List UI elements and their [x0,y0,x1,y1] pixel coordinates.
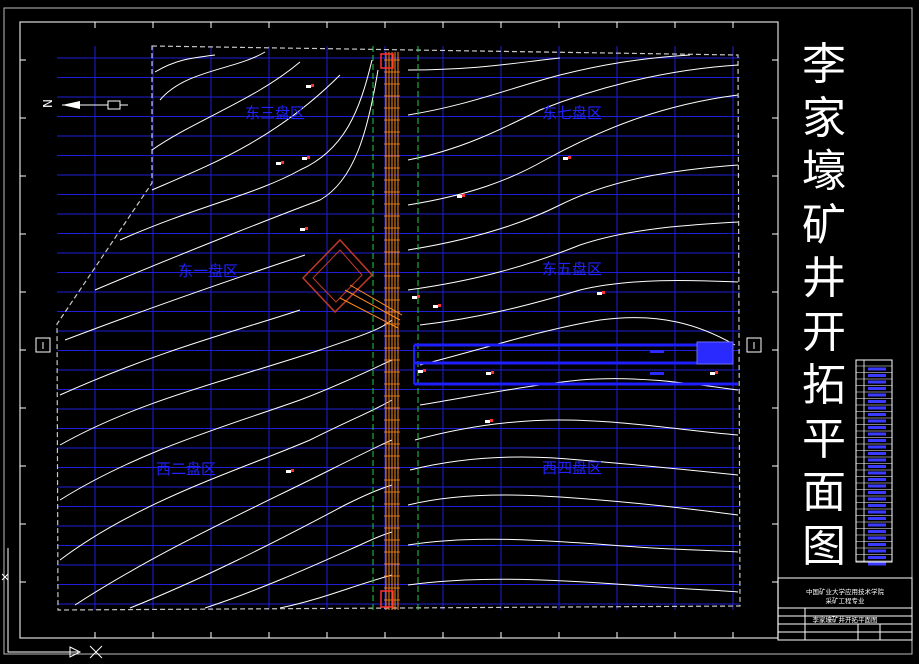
borehole-marker [563,157,568,160]
borehole-tag [307,156,310,159]
inclined-shafts [339,284,403,329]
legend-swatch [868,432,886,436]
legend-swatch [868,523,886,527]
borehole-tag [462,194,465,197]
borehole-marker [597,292,602,295]
legend-swatch [868,426,886,429]
mine-plan-drawing: 东三盘区 东七盘区 东一盘区 东五盘区 西二盘区 西四盘区 I I N 中国矿业… [1,7,913,659]
zone-label-east-seven: 东七盘区 [542,104,602,122]
section-mark-left-label: I [42,341,45,352]
legend-swatch [868,543,886,546]
borehole-tag [490,419,493,422]
borehole-marker [433,305,438,308]
legend-swatch [868,510,886,514]
legend-swatch [868,452,886,455]
title-char: 家 [802,92,846,144]
legend-swatch [868,478,886,481]
north-arrow-label: N [41,99,55,108]
legend-swatch [868,549,886,553]
zone-label-east-one: 东一盘区 [178,262,238,280]
borehole-tag [438,304,441,307]
borehole-marker [412,296,417,299]
title-block-school: 中国矿业大学应用技术学院 [806,587,885,596]
borehole-marker [276,162,281,165]
north-roadway-end [380,53,394,69]
borehole-tag [291,469,294,472]
borehole-marker [710,372,715,375]
north-arrow: N [41,99,128,110]
title-char: 开 [802,306,846,358]
borehole-tag [715,371,718,374]
legend-swatch [868,458,886,462]
legend-swatch [868,530,886,533]
legend-swatch [868,504,886,507]
borehole-tag [491,371,494,374]
legend-swatch [868,439,886,442]
borehole-tag [423,369,426,372]
zone-labels: 东三盘区 东七盘区 东一盘区 东五盘区 西二盘区 西四盘区 [156,104,602,478]
legend-swatch [868,380,886,384]
borehole-marker [486,372,491,375]
borehole-tag [281,161,284,164]
borehole-marker [300,228,305,231]
title-char: 李 [802,39,846,90]
zone-label-east-three: 东三盘区 [245,104,305,122]
legend-swatch [868,465,886,468]
title-char: 平 [802,413,846,465]
zone-label-west-two: 西二盘区 [156,460,216,478]
borehole-marker [306,85,311,88]
legend-swatch [868,556,886,559]
zone-label-west-four: 西四盘区 [542,459,602,477]
borehole-tag [417,295,420,298]
title-char: 图 [802,520,846,572]
borehole-markers [276,84,718,473]
borehole-marker [286,470,291,473]
borehole-tag [311,84,314,87]
legend-swatch [868,387,886,390]
working-face [696,341,734,365]
legend-swatch [868,367,886,371]
title-block-drawing-name: 李家壕矿井开拓平面图 [813,615,878,624]
legend-swatch [868,400,886,403]
section-mark-right: I [746,337,762,353]
legend-swatch [868,517,886,520]
legend-swatch [868,406,886,410]
borehole-tag [568,156,571,159]
legend-swatch [868,374,886,377]
contour-lines [59,51,739,609]
legend-table [855,359,893,566]
borehole-tag [602,291,605,294]
legend-swatch [868,536,886,540]
section-mark-right-label: I [753,341,756,352]
drawing-title: 李 家 壕 矿 井 开 拓 平 面 图 [798,38,850,573]
legend-swatch [868,419,886,423]
borehole-tag [305,227,308,230]
borehole-marker [457,195,462,198]
zone-label-east-five: 东五盘区 [542,260,602,278]
legend-swatch [868,471,886,475]
south-roadway-end [380,590,394,608]
surface-industrial-site [301,238,374,314]
legend-swatch [868,562,886,566]
title-block-major: 采矿工程专业 [826,596,866,605]
borehole-marker [485,420,490,423]
legend-swatch [868,491,886,494]
borehole-marker [302,157,307,160]
title-char: 面 [802,467,846,518]
title-char: 井 [802,253,846,304]
legend-swatch [868,497,886,501]
title-block-text: 中国矿业大学应用技术学院 采矿工程专业 李家壕矿井开拓平面图 [806,587,885,624]
borehole-marker [418,370,423,373]
legend-swatch [868,393,886,397]
title-char: 壕 [802,146,846,197]
title-char: 矿 [802,199,846,251]
section-mark-left: I [35,337,51,353]
legend-swatch [868,413,886,416]
legend-swatch [868,445,886,449]
legend-swatch [868,484,886,488]
title-char: 拓 [802,360,846,411]
